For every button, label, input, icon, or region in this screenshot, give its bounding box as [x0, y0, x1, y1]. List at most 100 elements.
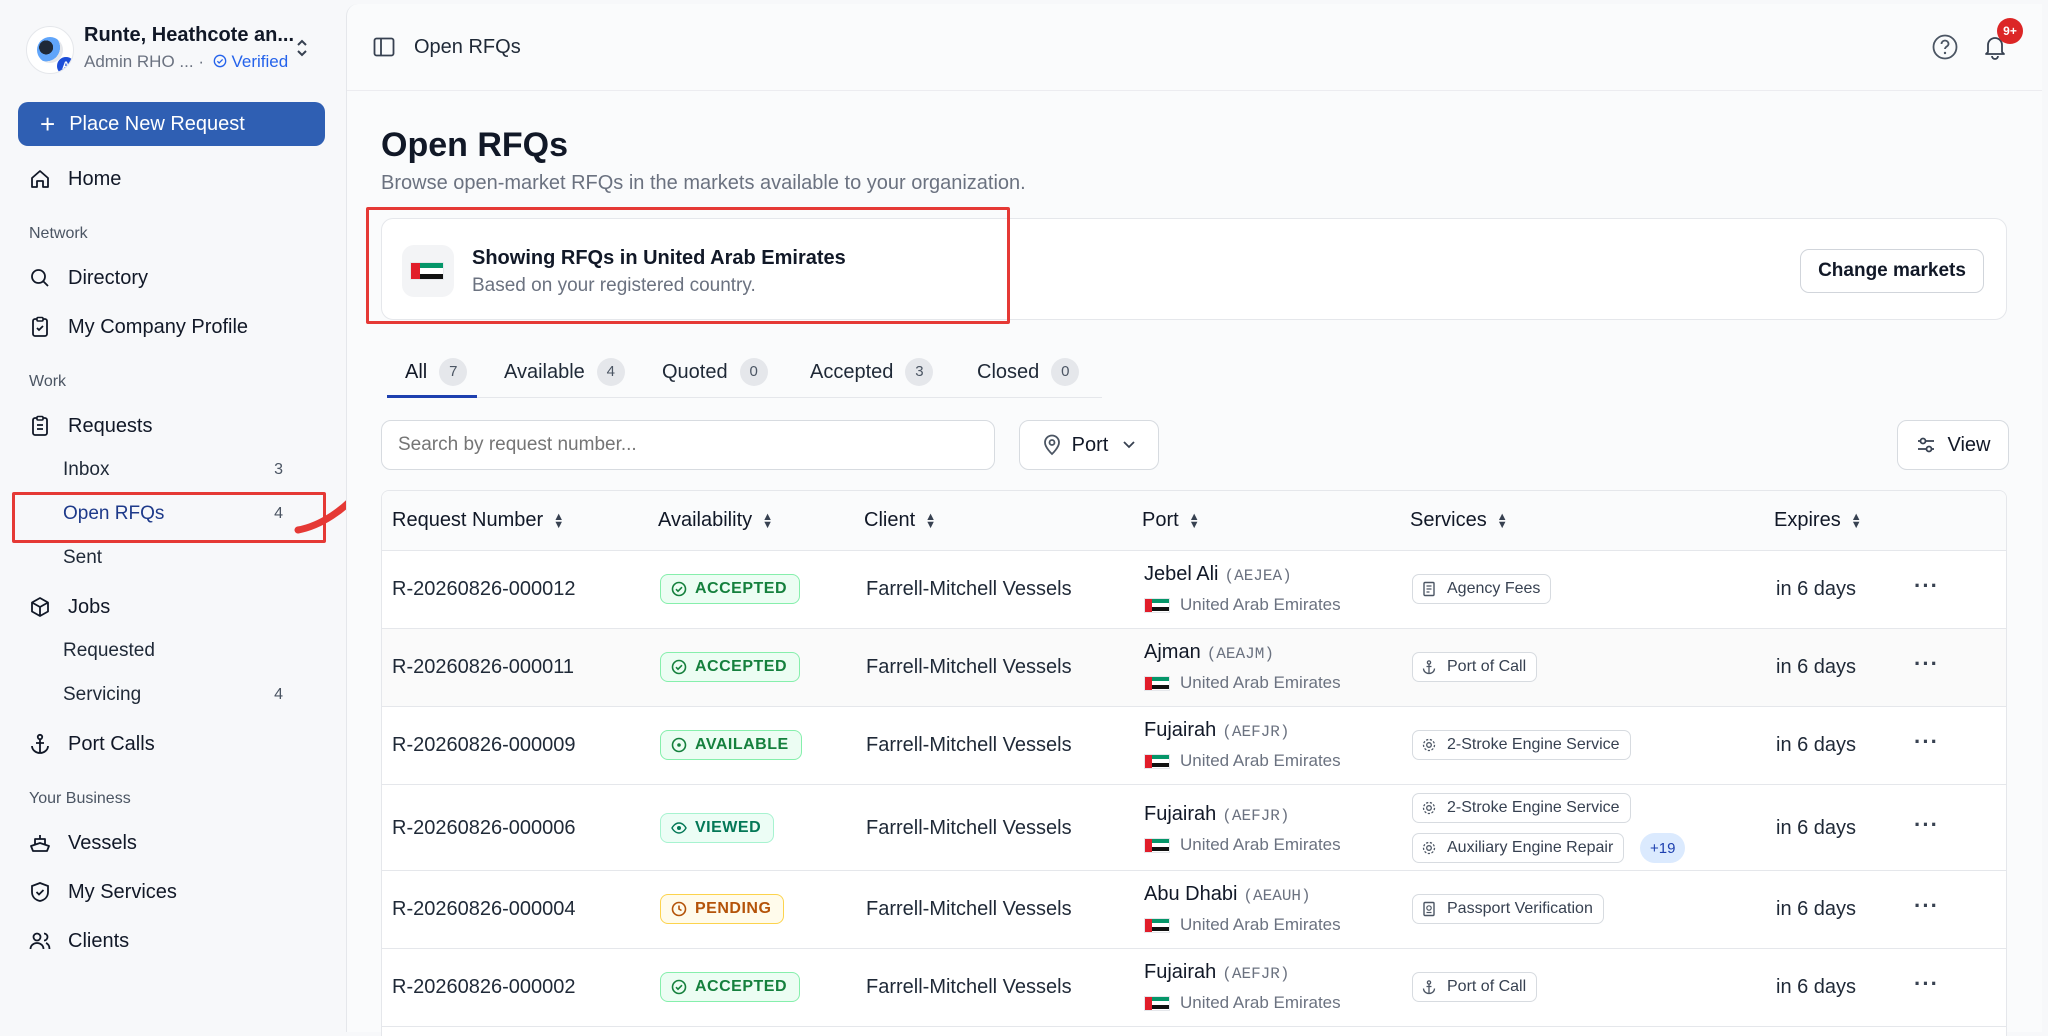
request-number[interactable]: R-20260826-000004 — [392, 898, 576, 921]
service-label: Port of Call — [1447, 978, 1527, 995]
tab-closed[interactable]: Closed 0 — [977, 346, 1080, 398]
view-options-button[interactable]: View — [1897, 420, 2009, 470]
table-row[interactable]: R-20260826-000006 VIEWED Farrell-Mitchel… — [382, 785, 2006, 871]
row-actions-icon[interactable]: ··· — [1914, 971, 1939, 997]
col-availability[interactable]: Availability ▲ ▼ — [658, 509, 773, 532]
sidebar-item-sent[interactable]: Sent — [63, 538, 283, 578]
status-badge: PENDING — [660, 894, 785, 924]
tab-closed-label: Closed — [977, 360, 1040, 383]
cog-icon — [1422, 738, 1436, 752]
port-label: Abu Dhabi — [1144, 883, 1238, 905]
status-label: AVAILABLE — [695, 736, 789, 753]
servicing-label: Servicing — [63, 684, 142, 705]
nav-jobs[interactable]: Jobs — [28, 587, 110, 627]
org-avatar: A — [26, 26, 74, 74]
request-number[interactable]: R-20260826-000012 — [392, 578, 576, 601]
col-client-label: Client — [864, 509, 916, 531]
sidebar-item-open-rfqs[interactable]: Open RFQs 4 — [63, 494, 283, 534]
org-switcher[interactable]: A Runte, Heathcote an... Admin RHO ... ·… — [26, 22, 326, 78]
port-label: Fujairah — [1144, 961, 1217, 983]
status-label: ACCEPTED — [695, 580, 788, 597]
map-pin-icon — [1043, 434, 1060, 456]
row-actions-icon[interactable]: ··· — [1914, 729, 1939, 755]
status-badge: ACCEPTED — [660, 652, 801, 682]
check-circle-icon — [671, 979, 687, 995]
request-number[interactable]: R-20260826-000009 — [392, 734, 576, 757]
port-name: Fujairah (AEFJR) — [1144, 961, 1289, 984]
port-label: Fujairah — [1144, 719, 1217, 741]
client-name: Farrell-Mitchell Vessels — [866, 898, 1072, 920]
port-label: Fujairah — [1144, 803, 1217, 825]
service-tag: Agency Fees — [1412, 574, 1552, 604]
tab-accepted-label: Accepted — [810, 360, 894, 383]
table-row[interactable]: R-20260826-000004 PENDING Farrell-Mitche… — [382, 871, 2006, 949]
uae-flag-icon — [1144, 597, 1170, 613]
nav-port-calls[interactable]: Port Calls — [28, 724, 155, 764]
org-role-line: Admin RHO ... · Verified — [84, 52, 288, 72]
request-number[interactable]: R-20260826-000011 — [392, 656, 574, 679]
col-request-number-label: Request Number — [392, 509, 544, 531]
nav-clients[interactable]: Clients — [28, 921, 129, 961]
request-number[interactable]: R-20260826-000006 — [392, 817, 576, 840]
request-number[interactable]: R-20260826-000002 — [392, 976, 576, 999]
row-actions-icon[interactable]: ··· — [1914, 651, 1939, 677]
row-actions-icon[interactable]: ··· — [1914, 573, 1939, 599]
country-label: United Arab Emirates — [1180, 595, 1341, 614]
country-label: United Arab Emirates — [1180, 835, 1341, 854]
nav-vessels[interactable]: Vessels — [28, 823, 137, 863]
col-services[interactable]: Services ▲ ▼ — [1410, 509, 1508, 532]
shield-check-icon — [31, 882, 49, 902]
change-markets-button[interactable]: Change markets — [1800, 249, 1984, 293]
receipt-icon — [1423, 581, 1435, 597]
active-tab-indicator — [387, 395, 477, 398]
tab-all-label: All — [405, 360, 428, 383]
place-new-request-button[interactable]: + Place New Request — [18, 102, 325, 146]
nav-directory[interactable]: Directory — [28, 258, 148, 298]
country-label: United Arab Emirates — [1180, 751, 1341, 770]
tab-accepted[interactable]: Accepted 3 — [810, 346, 934, 398]
tab-available[interactable]: Available 4 — [504, 346, 625, 398]
chevron-up-down-icon[interactable] — [294, 36, 310, 60]
table-row[interactable]: R-20260826-000009 AVAILABLE Farrell-Mitc… — [382, 707, 2006, 785]
client-name: Farrell-Mitchell Vessels — [866, 817, 1072, 839]
nav-home[interactable]: Home — [28, 159, 121, 199]
more-services-badge[interactable]: +19 — [1640, 833, 1686, 863]
uae-flag-icon — [1144, 837, 1170, 853]
nav-port-calls-label: Port Calls — [68, 732, 155, 755]
service-label: 2-Stroke Engine Service — [1447, 736, 1620, 753]
sidebar-item-requested[interactable]: Requested — [63, 631, 283, 671]
users-icon — [29, 932, 51, 950]
tab-quoted[interactable]: Quoted 0 — [662, 346, 768, 398]
row-actions-icon[interactable]: ··· — [1914, 812, 1939, 838]
nav-company-profile[interactable]: My Company Profile — [28, 307, 248, 347]
nav-requests[interactable]: Requests — [28, 406, 153, 446]
port-name: Abu Dhabi (AEAUH) — [1144, 883, 1311, 906]
table-row[interactable]: R-20260826-000012 ACCEPTED Farrell-Mitch… — [382, 551, 2006, 629]
section-your-business: Your Business — [29, 790, 131, 807]
col-port[interactable]: Port ▲ ▼ — [1142, 509, 1200, 532]
table-row[interactable]: R-20260826-000002 ACCEPTED Farrell-Mitch… — [382, 949, 2006, 1027]
expires: in 6 days — [1776, 976, 1857, 998]
page-title: Open RFQs — [381, 126, 569, 164]
port-name: Ajman (AEAJM) — [1144, 641, 1274, 664]
status-label: ACCEPTED — [695, 978, 788, 995]
tab-all[interactable]: All 7 — [405, 346, 468, 398]
expires: in 6 days — [1776, 898, 1857, 920]
nav-my-services[interactable]: My Services — [28, 872, 177, 912]
status-badge: ACCEPTED — [660, 574, 801, 604]
tab-quoted-count: 0 — [739, 358, 768, 386]
market-flag-box — [402, 245, 454, 297]
col-client[interactable]: Client ▲ ▼ — [864, 509, 936, 532]
sidebar-toggle-icon[interactable] — [373, 36, 395, 58]
col-request-number[interactable]: Request Number ▲ ▼ — [392, 509, 564, 532]
port-filter-button[interactable]: Port — [1019, 420, 1159, 470]
sidebar-item-inbox[interactable]: Inbox 3 — [63, 450, 283, 490]
sidebar-item-servicing[interactable]: Servicing 4 — [63, 675, 283, 715]
table-row[interactable]: R-20260826-000011 ACCEPTED Farrell-Mitch… — [382, 629, 2006, 707]
org-name: Runte, Heathcote an... — [84, 24, 295, 46]
search-input[interactable] — [381, 420, 995, 470]
col-expires[interactable]: Expires ▲ ▼ — [1774, 509, 1862, 532]
help-icon[interactable] — [1931, 33, 1959, 61]
service-label: Agency Fees — [1447, 580, 1541, 597]
row-actions-icon[interactable]: ··· — [1914, 893, 1939, 919]
